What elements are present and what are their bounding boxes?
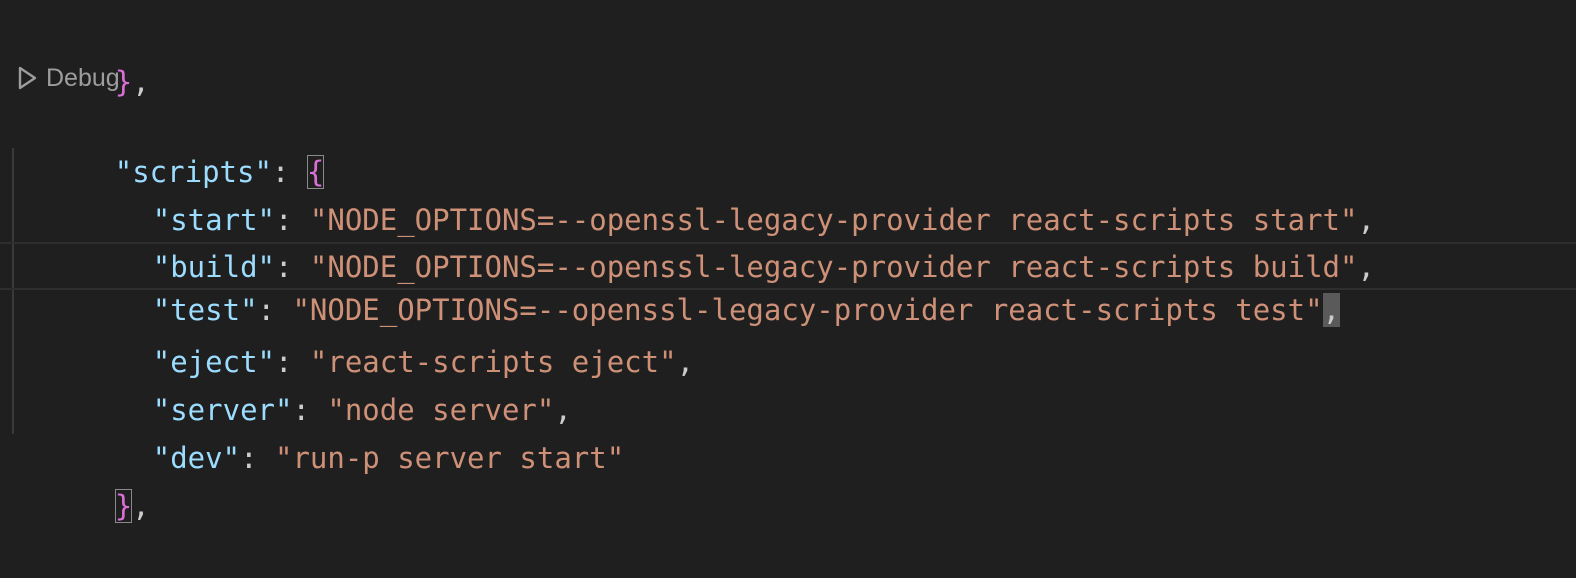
code-line-1[interactable]: }, [0, 10, 1576, 99]
code-line-3[interactable]: "start": "NODE_OPTIONS=--openssl-legacy-… [0, 148, 1576, 237]
code-line-4[interactable]: "build": "NODE_OPTIONS=--openssl-legacy-… [0, 195, 1576, 284]
code-line-8[interactable]: "dev": "run-p server start" [0, 386, 1576, 475]
code-line-2[interactable]: "scripts": { [0, 100, 1576, 189]
debug-codelens[interactable]: Debug [16, 56, 120, 100]
closing-brace: } [114, 489, 133, 523]
code-editor[interactable]: }, Debug "scripts": { "start": "NODE_OPT… [0, 0, 1576, 523]
code-line-9[interactable]: }, [0, 434, 1576, 523]
code-line-6[interactable]: "eject": "react-scripts eject", [0, 290, 1576, 379]
play-outline-icon [16, 65, 38, 91]
debug-label: Debug [46, 64, 120, 92]
comma: , [132, 65, 150, 99]
code-line-7[interactable]: "server": "node server", [0, 338, 1576, 427]
code-line-5-current[interactable]: "test": "NODE_OPTIONS=--openssl-legacy-p… [0, 242, 1576, 327]
comma: , [132, 489, 150, 523]
